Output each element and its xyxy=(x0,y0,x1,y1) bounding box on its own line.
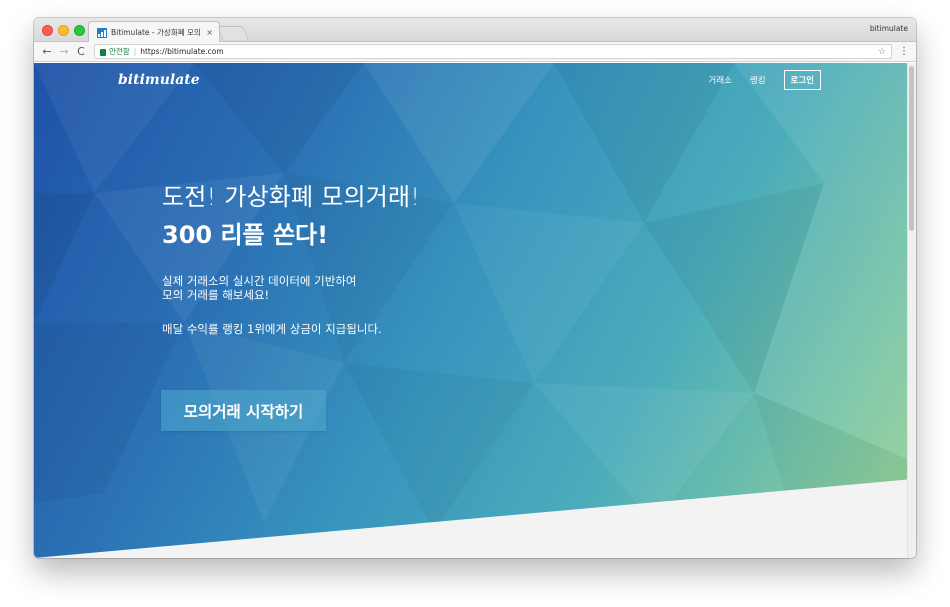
browser-window: Bitimulate - 가상화폐 모의 거래소 × bitimulate ← … xyxy=(34,18,916,558)
url-separator: | xyxy=(133,47,137,56)
desc-line-1: 실제 거래소의 실시간 데이터에 기반하여 xyxy=(162,274,357,288)
star-icon[interactable]: ☆ xyxy=(878,47,886,57)
back-button[interactable]: ← xyxy=(40,45,54,58)
lock-icon xyxy=(100,49,106,56)
prize-text: 쏜다! xyxy=(264,221,329,249)
web-page: bitimulate 거래소 랭킹 로그인 도전! 가상화폐 모의거래! 300… xyxy=(34,63,916,558)
title-bar: Bitimulate - 가상화폐 모의 거래소 × bitimulate xyxy=(34,18,916,43)
close-window-button[interactable] xyxy=(42,25,53,36)
desc-line-2: 모의 거래를 해보세요! xyxy=(162,288,270,302)
profile-name[interactable]: bitimulate xyxy=(870,24,908,33)
page-scrollbar[interactable] xyxy=(907,63,916,558)
favicon-icon xyxy=(97,27,107,38)
hero-description: 실제 거래소의 실시간 데이터에 기반하여 모의 거래를 해보세요! xyxy=(162,274,482,302)
tab-title: Bitimulate - 가상화폐 모의 거래소 xyxy=(111,28,202,37)
secure-label: 안전함 xyxy=(109,47,130,56)
forward-button[interactable]: → xyxy=(57,45,71,58)
browser-tab[interactable]: Bitimulate - 가상화폐 모의 거래소 × xyxy=(88,21,220,43)
url-input[interactable]: 안전함 | https://bitimulate.com ☆ xyxy=(94,44,892,59)
menu-icon[interactable]: ⋮ xyxy=(898,46,910,57)
hero-subheadline: 300 리플 쏜다! xyxy=(162,215,328,250)
nav-exchange-link[interactable]: 거래소 xyxy=(708,74,731,86)
brand-logo[interactable]: bitimulate xyxy=(118,72,200,88)
new-tab-button[interactable] xyxy=(217,26,249,40)
hero-prize-note: 매달 수익률 랭킹 1위에게 상금이 지급됩니다. xyxy=(162,322,382,336)
maximize-window-button[interactable] xyxy=(74,25,85,36)
address-bar: ← → C 안전함 | https://bitimulate.com ☆ ⋮ xyxy=(34,42,916,62)
prize-amount: 300 리플 xyxy=(162,221,265,249)
tab-close-icon[interactable]: × xyxy=(206,28,213,37)
scroll-thumb[interactable] xyxy=(909,66,914,231)
url-text: https://bitimulate.com xyxy=(140,47,224,56)
hero-section xyxy=(34,63,916,558)
nav-ranking-link[interactable]: 랭킹 xyxy=(750,74,766,86)
login-button[interactable]: 로그인 xyxy=(783,70,821,90)
top-nav: 거래소 랭킹 로그인 xyxy=(690,70,821,90)
minimize-window-button[interactable] xyxy=(58,25,69,36)
hero-headline: 도전! 가상화폐 모의거래! xyxy=(162,183,421,211)
start-trading-button[interactable]: 모의거래 시작하기 xyxy=(161,390,326,431)
reload-button[interactable]: C xyxy=(74,45,88,58)
polygon-background xyxy=(34,63,916,533)
